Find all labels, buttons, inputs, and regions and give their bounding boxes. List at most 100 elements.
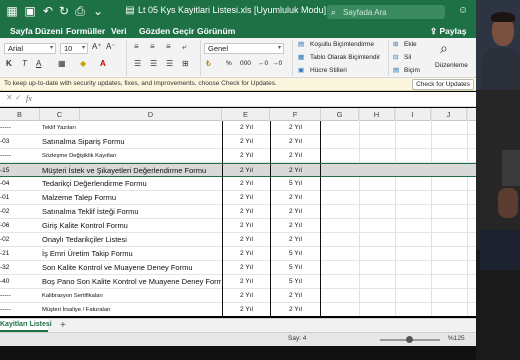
cell-retention-e[interactable]: 2 Yıl [222,247,270,261]
cell-code[interactable]: ----- [0,149,40,163]
cell-record-name[interactable]: Kalibrasyon Sertifikaları [41,289,221,303]
cell-record-name[interactable]: Son Kalite Kontrol ve Muayene Deney Form… [41,261,221,275]
menu-view[interactable]: Görünüm [197,26,235,36]
column-header[interactable]: I [395,108,431,121]
cell-record-name[interactable]: Malzeme Talep Formu [41,191,221,205]
cell-code[interactable]: -40 [0,275,40,289]
column-header[interactable]: B [0,108,40,121]
align-center-icon[interactable]: ☰ [150,59,157,68]
align-top-icon[interactable]: ≡ [134,42,139,51]
cell-retention-f[interactable]: 2 Yıl [270,219,321,233]
cell-code[interactable]: ----- [0,121,40,135]
align-bottom-icon[interactable]: ≡ [166,42,171,51]
cell-record-name[interactable]: Teklif Yazıları [41,121,221,135]
fill-color-icon[interactable]: ◆ [80,59,86,68]
delete-button[interactable]: Sil [404,54,411,61]
cell-code[interactable]: ----- [0,289,40,303]
cancel-icon[interactable]: ✕ [6,93,13,102]
check-updates-button[interactable]: Check for Updates [412,79,474,90]
format-button[interactable]: Biçim [404,67,420,74]
sheet-tab[interactable]: Kayitları Listesi [0,319,52,332]
italic-button[interactable]: T [22,59,27,68]
cell-retention-e[interactable]: 2 Yıl [222,303,270,316]
cell-retention-e[interactable]: 2 Yıl [222,164,270,178]
bold-button[interactable]: K [6,59,12,68]
font-color-button[interactable]: A [100,59,106,68]
cell-code[interactable]: -15 [0,164,40,178]
increase-decimal-icon[interactable]: ←0 [258,60,268,67]
cell-retention-e[interactable]: 2 Yıl [222,121,270,135]
cell-retention-f[interactable]: 2 Yıl [270,149,321,163]
smiley-icon[interactable]: ☺ [455,3,471,19]
decrease-font-icon[interactable]: A⁻ [106,42,116,51]
sidebar-toggle-icon[interactable]: ▦ [4,3,20,19]
table-row[interactable]: -04 Tedarikçi Değerlendirme Formu 2 Yıl 5 Y… [0,177,476,191]
cell-code[interactable]: ----- [0,303,40,316]
table-row[interactable]: -01 Malzeme Talep Formu 2 Yıl 2 Yıl [0,191,476,205]
cell-retention-f[interactable]: 2 Yıl [270,303,321,316]
table-row[interactable]: -21 İş Emri Üretim Takip Formu 2 Yıl 5 Yıl [0,247,476,261]
table-row[interactable]: ----- Kalibrasyon Sertifikaları 2 Yıl 2 Yıl [0,289,476,303]
cell-retention-f[interactable]: 2 Yıl [270,191,321,205]
underline-button[interactable]: A [36,59,41,68]
column-header[interactable]: G [321,108,359,121]
column-header[interactable]: E [222,108,270,121]
increase-font-icon[interactable]: A⁺ [92,42,102,51]
column-header[interactable]: F [270,108,321,121]
redo-icon[interactable]: ↻ [56,3,72,19]
column-header[interactable]: J [431,108,467,121]
column-header[interactable]: C [40,108,80,121]
format-as-table-button[interactable]: Tablo Olarak Biçimlendir [310,54,380,61]
decrease-decimal-icon[interactable]: →0 [272,60,282,67]
conditional-format-button[interactable]: Koşullu Biçimlendirme [310,41,374,48]
save-icon[interactable]: ▣ [22,3,38,19]
cell-code[interactable]: -04 [0,177,40,191]
cell-retention-e[interactable]: 2 Yıl [222,233,270,247]
cell-retention-e[interactable]: 2 Yıl [222,135,270,149]
number-format-select[interactable]: Genel ▾ [204,43,284,54]
cell-retention-e[interactable]: 2 Yıl [222,177,270,191]
cell-retention-f[interactable]: 2 Yıl [270,164,321,178]
confirm-icon[interactable]: ✓ [15,93,22,102]
menu-review[interactable]: Gözden Geçir [139,26,194,36]
cell-record-name[interactable]: Onaylı Tedarikçiler Listesi [41,233,221,247]
table-row[interactable]: ----- Müşteri İrsaliye / Faturaları 2 Yıl 2… [0,303,476,316]
function-icon[interactable]: fx [26,94,32,103]
table-row[interactable]: ----- Sözleşme Değişiklik Kayıtları 2 Yıl 2… [0,149,476,163]
table-row[interactable]: ----- Teklif Yazıları 2 Yıl 2 Yıl [0,121,476,135]
cell-record-name[interactable]: Satınalma Teklif İsteği Formu [41,205,221,219]
search-box[interactable]: ⌕ [327,5,445,19]
zoom-slider-handle[interactable] [406,336,413,343]
cell-record-name[interactable]: Boş Pano Son Kalite Kontrol ve Muayene D… [41,275,221,289]
cell-code[interactable]: -06 [0,219,40,233]
cell-code[interactable]: -03 [0,135,40,149]
customize-toolbar-icon[interactable]: ⌄ [90,3,106,19]
cell-retention-e[interactable]: 2 Yıl [222,261,270,275]
search-input[interactable] [343,5,441,19]
align-right-icon[interactable]: ☰ [166,59,173,68]
cell-retention-e[interactable]: 2 Yıl [222,289,270,303]
share-button[interactable]: ⇪ Paylaş [430,26,466,37]
cell-retention-e[interactable]: 2 Yıl [222,149,270,163]
cell-code[interactable]: -02 [0,205,40,219]
percent-button[interactable]: % [226,60,232,67]
cell-record-name[interactable]: Müşteri İstek ve Şikayetleri Değerlendir… [41,164,221,178]
zoom-level[interactable]: %125 [448,335,465,342]
menu-page-layout[interactable]: Sayfa Düzeni [10,26,63,36]
cell-code[interactable]: -01 [0,191,40,205]
print-icon[interactable]: ⎙ [72,3,88,19]
table-row[interactable]: -40 Boş Pano Son Kalite Kontrol ve Muayen… [0,275,476,289]
find-icon[interactable]: ⌕ [440,40,448,57]
column-header[interactable]: H [359,108,395,121]
font-size-select[interactable]: 10 ▾ [60,43,88,54]
table-row[interactable]: -32 Son Kalite Kontrol ve Muayene Deney F… [0,261,476,275]
spreadsheet-grid[interactable]: B C D E F G H I J ----- Teklif Yazıları 2 … [0,108,476,316]
table-row[interactable]: -02 Onaylı Tedarikçiler Listesi 2 Yıl 2 Yıl [0,233,476,247]
cell-record-name[interactable]: Satınalma Sipariş Formu [41,135,221,149]
wrap-text-icon[interactable]: ⤶ [182,42,186,52]
thousands-button[interactable]: 000 [240,60,251,67]
cell-retention-f[interactable]: 5 Yıl [270,177,321,191]
cell-retention-f[interactable]: 5 Yıl [270,275,321,289]
currency-icon[interactable]: ₺ [206,59,211,68]
merge-cells-icon[interactable]: ⊞ [182,59,189,68]
